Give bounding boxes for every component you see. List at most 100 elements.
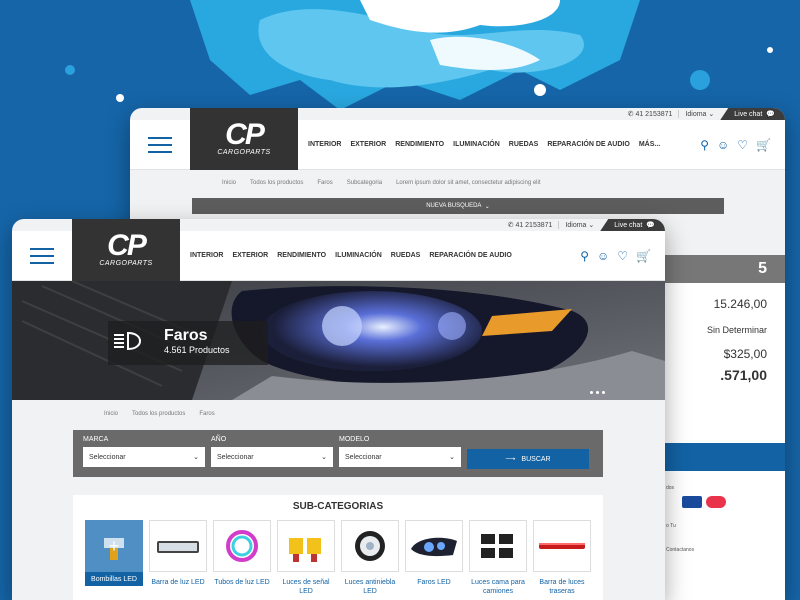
subcategory-card-barra-luz[interactable]: Barra de luz LED [149, 520, 207, 596]
subcategory-card-faros[interactable]: Faros LED [405, 520, 463, 596]
top-utility-bar: ✆ 41 2153871 Idioma ⌄ Live chat 💬 [502, 219, 665, 231]
subcategory-label: Barra de luces traseras [539, 579, 585, 595]
language-select[interactable]: Idioma ⌄ [558, 221, 600, 229]
header-icons: ⚲ ☺ ♡ 🛒 [580, 249, 651, 263]
filter-label: MODELO [339, 436, 370, 443]
chevron-down-icon: ⌄ [321, 454, 327, 461]
chat-icon: 💬 [646, 222, 655, 229]
nav-item-ruedas[interactable]: RUEDAS [391, 252, 421, 259]
chevron-down-icon: ⌄ [193, 454, 199, 461]
foglight-icon [341, 520, 399, 572]
filter-modelo: MODELO Seleccionar ⌄ [339, 436, 461, 469]
subcategory-label: Tubos de luz LED [214, 579, 270, 586]
cart-icon[interactable]: 🛒 [756, 138, 771, 152]
cargoparts-logo[interactable]: CP CARGOPARTS [72, 219, 180, 281]
user-icon[interactable]: ☺ [717, 138, 729, 152]
modelo-select[interactable]: Seleccionar ⌄ [339, 447, 461, 467]
cargoparts-logo[interactable]: CP CARGOPARTS [190, 108, 298, 170]
breadcrumb-item[interactable]: Inicio [104, 411, 118, 417]
search-button[interactable]: ⟶ BUSCAR [467, 449, 589, 469]
buy-bar[interactable] [662, 443, 785, 471]
subcategory-card-cama[interactable]: Luces cama para camiones [469, 520, 527, 596]
live-chat-button[interactable]: Live chat 💬 [720, 108, 785, 120]
site-header: CP CARGOPARTS INTERIOR EXTERIOR RENDIMIE… [12, 219, 665, 281]
footer-text: o Tu [666, 523, 676, 529]
breadcrumb-item[interactable]: Todos los productos [132, 411, 185, 417]
breadcrumb-item[interactable]: Inicio [222, 180, 236, 186]
payments-label: dos [666, 485, 675, 491]
front-window: ✆ 41 2153871 Idioma ⌄ Live chat 💬 CP CAR… [12, 219, 665, 600]
menu-icon[interactable] [130, 120, 190, 170]
heart-icon[interactable]: ♡ [737, 138, 748, 152]
breadcrumb-item[interactable]: Faros [317, 180, 332, 186]
filter-label: AÑO [211, 436, 227, 443]
ano-select[interactable]: Seleccionar ⌄ [211, 447, 333, 467]
nav-item-interior[interactable]: INTERIOR [190, 252, 223, 259]
subcategory-card-bombillas[interactable]: + Bombillas LED [85, 520, 143, 596]
vehicle-filter-bar: MARCA Seleccionar ⌄ AÑO Seleccionar ⌄ MODE… [73, 430, 603, 477]
nav-item-rendimiento[interactable]: RENDIMIENTO [395, 141, 444, 148]
breadcrumb: Inicio Todos los productos Faros Subcate… [222, 180, 541, 186]
phone-number[interactable]: ✆ 41 2153871 [622, 110, 679, 118]
subcategory-list: + Bombillas LED Barra de luz LED Tubos d… [85, 520, 591, 596]
maestro-icon [706, 496, 726, 508]
price-value: 15.246,00 [713, 297, 767, 311]
product-side-panel: 5 15.246,00 Sin Determinar $325,00 .571,… [662, 255, 785, 600]
search-icon[interactable]: ⚲ [700, 138, 709, 152]
subcategories-section: SUB-CATEGORIAS + Bombillas LED Barra de … [73, 495, 603, 600]
plus-icon: + [108, 535, 120, 556]
nav-item-more[interactable]: MÁS... [639, 141, 660, 148]
lightbar-icon [149, 520, 207, 572]
top-utility-bar: ✆ 41 2153871 Idioma ⌄ Live chat 💬 [622, 108, 785, 120]
contact-link[interactable]: Contactanos [666, 547, 694, 553]
search-icon[interactable]: ⚲ [580, 249, 589, 263]
subcategory-label: Barra de luz LED [151, 579, 205, 586]
product-count: 4.561 Productos [164, 345, 230, 355]
marca-select[interactable]: Seleccionar ⌄ [83, 447, 205, 467]
price-value: $325,00 [723, 347, 767, 361]
live-chat-button[interactable]: Live chat 💬 [600, 219, 665, 231]
user-icon[interactable]: ☺ [597, 249, 609, 263]
nav-item-exterior[interactable]: EXTERIOR [350, 141, 386, 148]
nav-item-audio[interactable]: REPARACIÓN DE AUDIO [547, 141, 629, 148]
breadcrumb-item[interactable]: Subcategoria [347, 180, 382, 186]
new-search-bar[interactable]: NUEVA BUSQUEDA ⌄ [192, 198, 724, 214]
chevron-down-icon: ⌄ [449, 454, 455, 461]
breadcrumb-item: Lorem ipsum dolor sit amet, consectetur … [396, 180, 541, 186]
carousel-dots[interactable] [590, 391, 605, 394]
heart-icon[interactable]: ♡ [617, 249, 628, 263]
phone-number[interactable]: ✆ 41 2153871 [502, 221, 559, 229]
nav-item-exterior[interactable]: EXTERIOR [232, 252, 268, 259]
main-nav: INTERIOR EXTERIOR RENDIMIENTO ILUMINACIÓ… [190, 252, 512, 259]
arrow-right-icon: ⟶ [505, 456, 516, 463]
subcategory-card-senal[interactable]: Luces de señal LED [277, 520, 335, 596]
cart-icon[interactable]: 🛒 [636, 249, 651, 263]
headlight-icon [112, 329, 142, 357]
filter-ano: AÑO Seleccionar ⌄ [211, 436, 333, 469]
breadcrumb: Inicio Todos los productos Faros [104, 411, 215, 417]
subcategory-card-antiniebla[interactable]: Luces antiniebla LED [341, 520, 399, 596]
nav-item-audio[interactable]: REPARACIÓN DE AUDIO [429, 252, 511, 259]
menu-icon[interactable] [12, 231, 72, 281]
breadcrumb-item[interactable]: Todos los productos [250, 180, 303, 186]
subcategory-label: Bombillas LED [85, 572, 143, 586]
bedlight-icon [469, 520, 527, 572]
category-hero-banner: Faros 4.561 Productos [12, 281, 665, 400]
chat-icon: 💬 [766, 111, 775, 118]
nav-item-ruedas[interactable]: RUEDAS [509, 141, 539, 148]
language-select[interactable]: Idioma ⌄ [678, 110, 720, 118]
subcategory-label: Luces cama para camiones [471, 579, 525, 595]
nav-item-interior[interactable]: INTERIOR [308, 141, 341, 148]
tailbar-icon [533, 520, 591, 572]
subcategory-card-traseras[interactable]: Barra de luces traseras [533, 520, 591, 596]
nav-item-iluminacion[interactable]: ILUMINACIÓN [453, 141, 500, 148]
nav-item-rendimiento[interactable]: RENDIMIENTO [277, 252, 326, 259]
category-title: Faros [164, 327, 208, 344]
nav-item-iluminacion[interactable]: ILUMINACIÓN [335, 252, 382, 259]
filter-label: MARCA [83, 436, 109, 443]
subcategory-card-tubos[interactable]: Tubos de luz LED [213, 520, 271, 596]
breadcrumb-item: Faros [199, 411, 215, 417]
main-nav: INTERIOR EXTERIOR RENDIMIENTO ILUMINACIÓ… [308, 141, 660, 148]
quantity-badge: 5 [662, 255, 785, 283]
section-title: SUB-CATEGORIAS [292, 501, 384, 512]
